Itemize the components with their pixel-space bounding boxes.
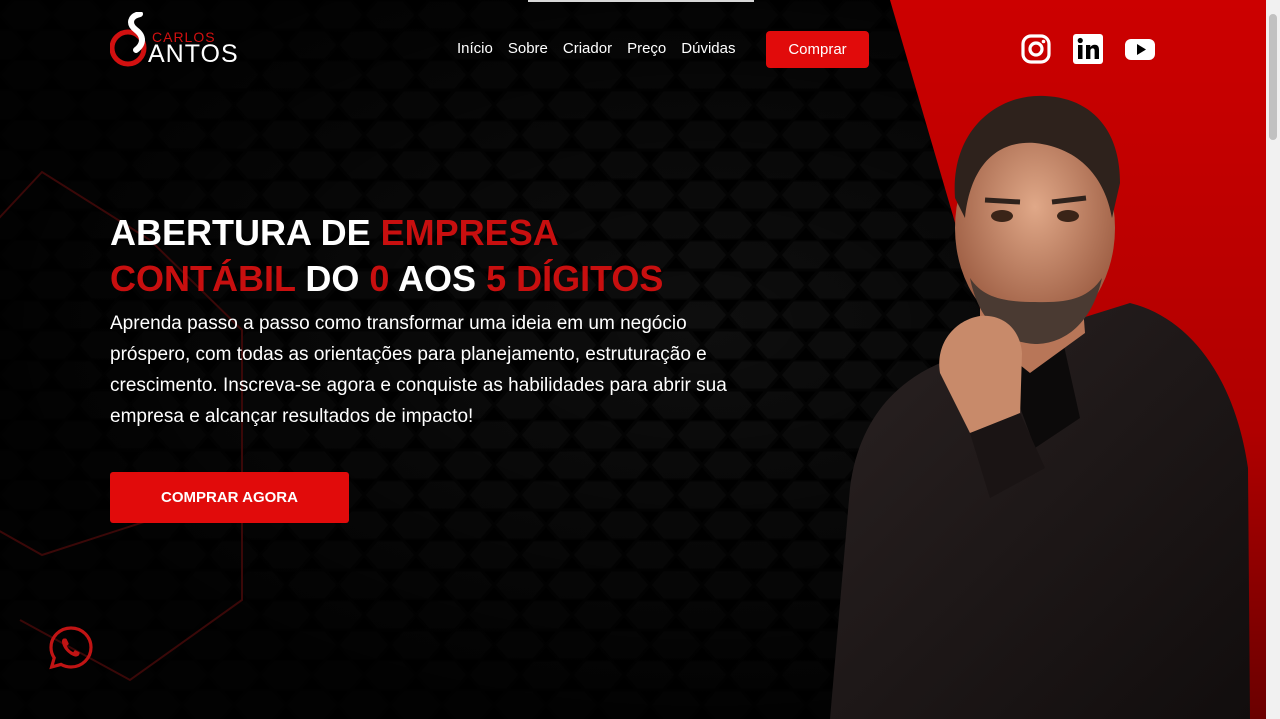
- headline-part-white-2: DO: [295, 258, 370, 299]
- headline-part-white-3: AOS: [389, 258, 487, 299]
- whatsapp-icon[interactable]: [47, 624, 95, 672]
- headline-part-red-3: 0: [369, 258, 390, 299]
- nav-link-criador[interactable]: Criador: [563, 40, 612, 57]
- nav-link-duvidas[interactable]: Dúvidas: [681, 40, 735, 57]
- headline-part-red-4: 5 DÍGITOS: [486, 258, 664, 299]
- landing-page: CARLOS ANTOS Início Sobre Criador Preço …: [0, 0, 1280, 719]
- buy-now-button[interactable]: COMPRAR AGORA: [110, 472, 349, 523]
- nav-link-inicio[interactable]: Início: [457, 40, 493, 57]
- headline-part-red-2: CONTÁBIL: [110, 258, 296, 299]
- top-browser-strip: [528, 0, 754, 2]
- linkedin-icon[interactable]: [1072, 33, 1104, 65]
- nav-link-sobre[interactable]: Sobre: [508, 40, 548, 57]
- carlos-santos-logo[interactable]: CARLOS ANTOS: [110, 12, 255, 68]
- headline-part-white-1: ABERTURA DE: [110, 212, 381, 253]
- social-links: [1020, 33, 1156, 65]
- instagram-icon[interactable]: [1020, 33, 1052, 65]
- logo-big-text: ANTOS: [148, 40, 239, 68]
- headline-part-red-1: EMPRESA: [380, 212, 559, 253]
- presenter-photo: [830, 95, 1250, 719]
- hero-headline: ABERTURA DE EMPRESA CONTÁBIL DO 0 AOS 5 …: [110, 210, 810, 302]
- hero-description: Aprenda passo a passo como transformar u…: [110, 313, 727, 427]
- buy-button[interactable]: Comprar: [766, 31, 869, 68]
- scrollbar-thumb[interactable]: [1269, 14, 1277, 140]
- main-nav: Início Sobre Criador Preço Dúvidas: [457, 40, 735, 57]
- youtube-icon[interactable]: [1124, 33, 1156, 65]
- nav-link-preco[interactable]: Preço: [627, 40, 666, 57]
